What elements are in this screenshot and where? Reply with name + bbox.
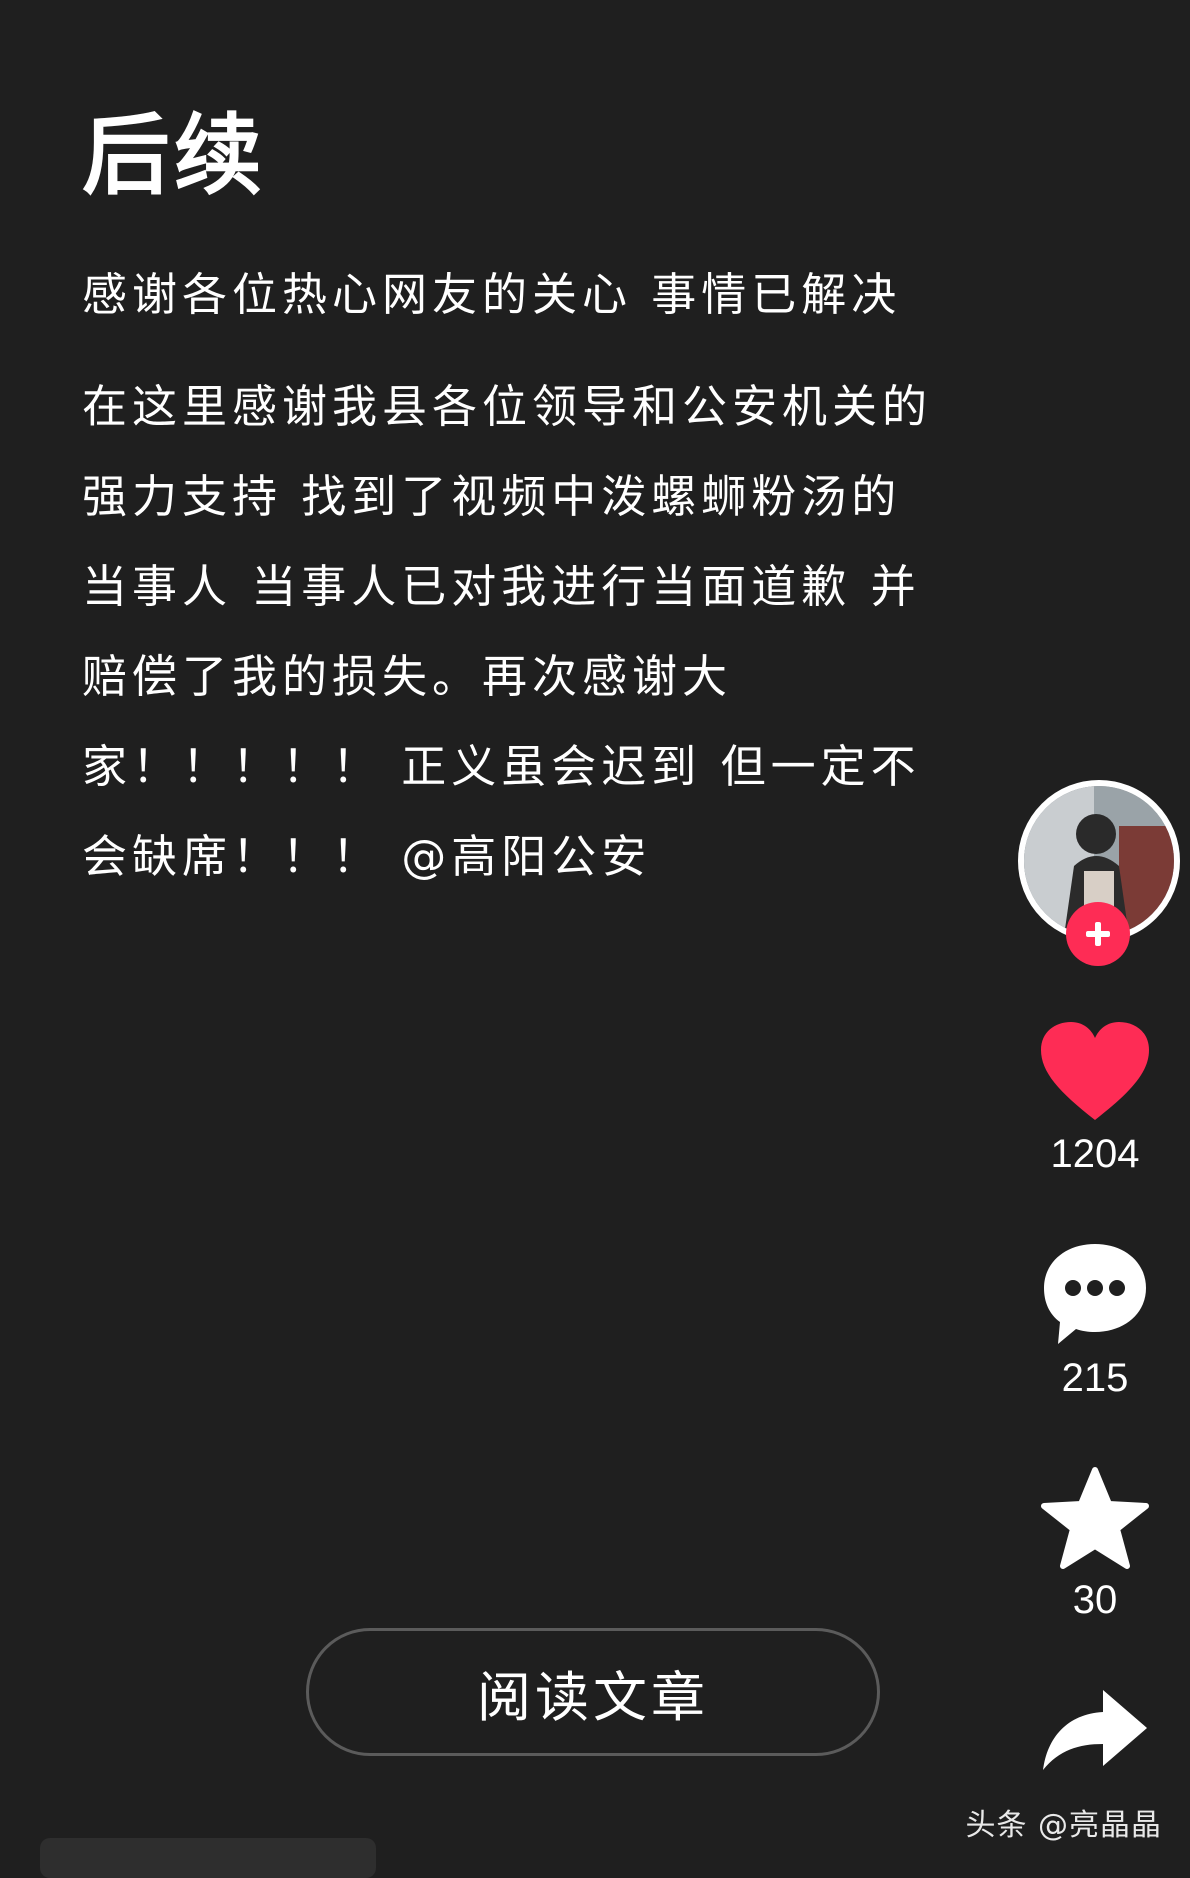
follow-button[interactable] (1066, 902, 1130, 966)
read-article-button[interactable]: 阅读文章 (306, 1628, 880, 1756)
plus-icon (1086, 922, 1110, 946)
action-rail: 1204 215 30 (1000, 0, 1190, 1862)
post-title: 后续 (82, 104, 267, 207)
share-action[interactable] (1000, 1686, 1190, 1782)
heart-icon (1041, 1022, 1149, 1120)
bottom-bar (40, 1838, 376, 1878)
post-content: 后续 感谢各位热心网友的关心 事情已解决 在这里感谢我县各位领导和公安机关的强力… (82, 96, 932, 924)
favorite-action[interactable]: 30 (1000, 1466, 1190, 1624)
watermark: 头条 @亮晶晶 (965, 1808, 1162, 1843)
comment-count: 215 (1061, 1356, 1129, 1400)
like-action[interactable]: 1204 (1000, 1020, 1190, 1178)
like-count: 1204 (1050, 1132, 1140, 1176)
star-icon (1041, 1467, 1149, 1569)
post-paragraph-1: 感谢各位热心网友的关心 事情已解决 (82, 268, 902, 321)
favorite-count: 30 (1072, 1578, 1118, 1622)
author-avatar[interactable] (1018, 780, 1180, 966)
comment-icon (1044, 1244, 1146, 1344)
share-arrow-icon (1043, 1690, 1147, 1770)
post-paragraph-2: 在这里感谢我县各位领导和公安机关的强力支持 找到了视频中泼螺蛳粉汤的当事人 当事… (82, 380, 933, 883)
comment-action[interactable]: 215 (1000, 1240, 1190, 1402)
